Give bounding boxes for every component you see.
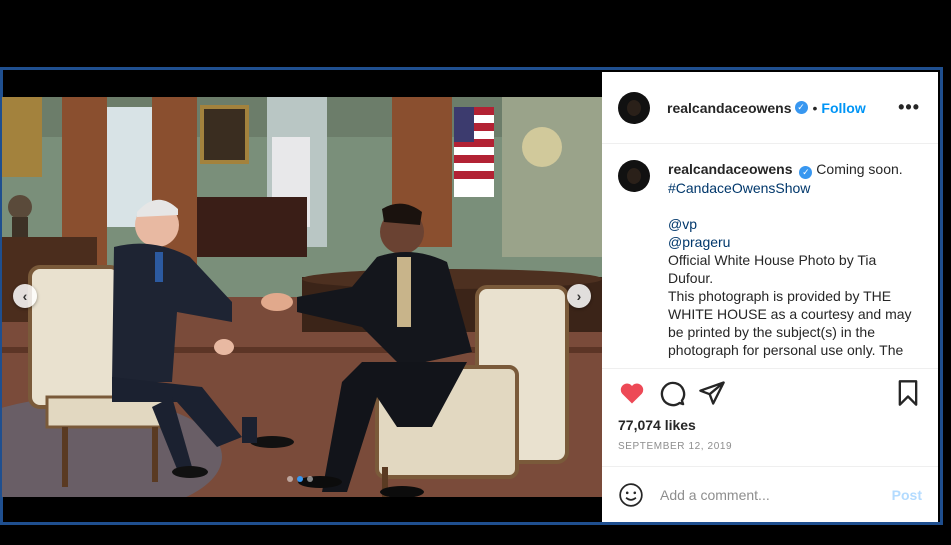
caption-text: Coming soon. — [816, 161, 903, 177]
caption-line-credit: Official White House Photo by Tia Dufour… — [668, 252, 877, 286]
heart-icon[interactable] — [618, 379, 646, 407]
caption-line-disclaimer: This photograph is provided by THE WHITE… — [668, 288, 912, 358]
post-header: realcandaceowens ✓ • Follow ••• — [602, 72, 938, 144]
action-bar — [602, 369, 938, 417]
carousel-next-button[interactable]: › — [567, 284, 591, 308]
chevron-right-icon: › — [576, 288, 582, 304]
comment-input[interactable] — [660, 486, 892, 503]
carousel-prev-button[interactable]: ‹ — [13, 284, 37, 308]
caption-row: realcandaceowens ✓ Coming soon. #Candace… — [618, 160, 922, 359]
chevron-left-icon: ‹ — [22, 288, 28, 304]
caption-avatar[interactable] — [618, 160, 650, 192]
verified-badge-icon: ✓ — [794, 101, 808, 114]
bookmark-icon[interactable] — [894, 379, 922, 407]
share-icon[interactable] — [698, 379, 726, 407]
caption-hashtag[interactable]: #CandaceOwensShow — [668, 180, 810, 196]
like-count[interactable]: 77,074 likes — [602, 417, 938, 437]
carousel-dots — [287, 476, 313, 482]
caption-mention-vp[interactable]: @vp — [668, 216, 697, 232]
caption-area[interactable]: realcandaceowens ✓ Coming soon. #Candace… — [602, 144, 938, 369]
carousel-dot-active — [297, 476, 303, 482]
header-separator: • — [812, 99, 818, 116]
add-comment-bar: Post — [602, 466, 938, 522]
comment-icon[interactable] — [658, 379, 686, 407]
post-date: SEPTEMBER 12, 2019 — [618, 441, 733, 452]
post-comment-button[interactable]: Post — [892, 487, 922, 503]
verified-badge-icon: ✓ — [799, 166, 813, 179]
post-side-panel: realcandaceowens ✓ • Follow ••• realcand… — [602, 72, 938, 522]
emoji-icon[interactable] — [618, 482, 644, 508]
more-options-icon[interactable]: ••• — [898, 97, 922, 118]
carousel-dot — [287, 476, 293, 482]
photo-illustration — [2, 97, 602, 497]
caption-username[interactable]: realcandaceowens — [668, 161, 793, 177]
caption-mention-prageru[interactable]: @prageru — [668, 234, 730, 250]
carousel-dot — [307, 476, 313, 482]
post-photo[interactable] — [2, 97, 602, 497]
follow-button[interactable]: Follow — [821, 100, 865, 116]
header-username[interactable]: realcandaceowens — [667, 100, 792, 116]
avatar[interactable] — [618, 91, 650, 124]
flag-illustration — [454, 107, 494, 197]
caption-body: realcandaceowens ✓ Coming soon. #Candace… — [668, 160, 920, 359]
